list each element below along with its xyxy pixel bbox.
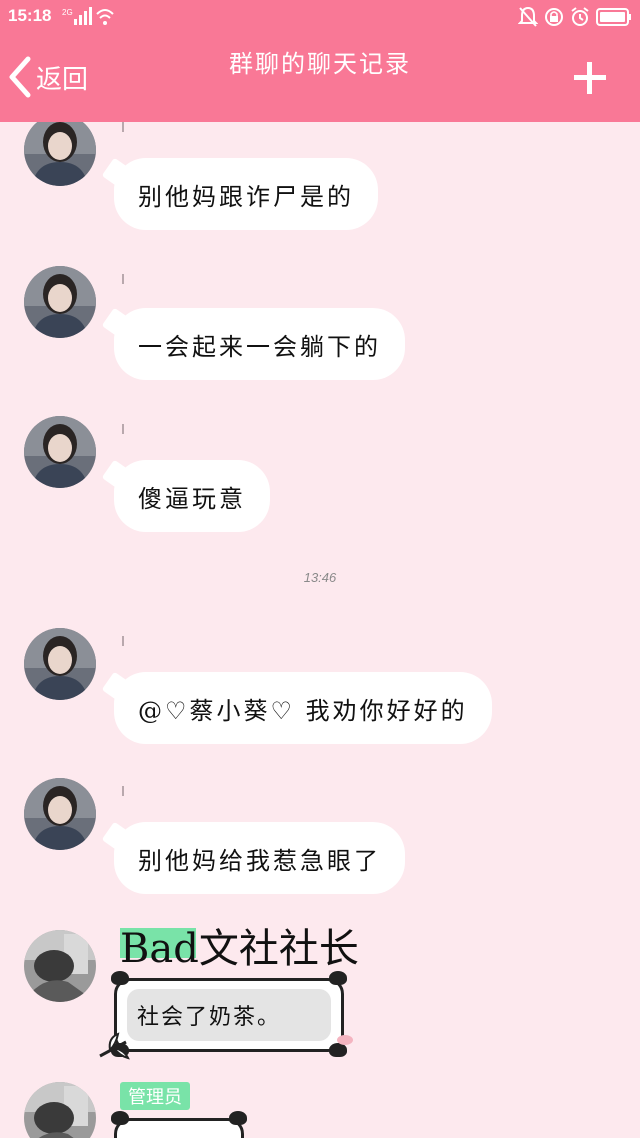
blush-icon bbox=[337, 1035, 353, 1045]
message-bubble[interactable]: @♡蔡小葵♡ 我劝你好好的 bbox=[114, 672, 492, 744]
panda-ear bbox=[329, 971, 347, 985]
status-time: 15:18 bbox=[8, 6, 52, 25]
timestamp: 13:46 bbox=[303, 570, 337, 585]
avatar-photo bbox=[24, 416, 96, 488]
status-icons bbox=[518, 5, 632, 29]
message-text: 别他妈给我惹急眼了 bbox=[138, 846, 381, 875]
avatar[interactable] bbox=[24, 778, 96, 850]
network-type-label: 2G bbox=[62, 8, 73, 17]
avatar-photo bbox=[24, 778, 96, 850]
lock-rotation-icon bbox=[545, 8, 563, 26]
title-tag-text: Bad文社社长 bbox=[120, 926, 359, 972]
avatar-photo bbox=[24, 266, 96, 338]
chat-history[interactable]: 别他妈跟诈尸是的 一会起来一会躺下的 傻逼玩意 13:46 @♡蔡小葵♡ 我劝你… bbox=[0, 122, 640, 1138]
title-bar: 返回 群聊的聊天记录 bbox=[0, 34, 640, 122]
avatar-photo bbox=[24, 930, 96, 1002]
avatar[interactable] bbox=[24, 266, 96, 338]
message-text: 别他妈跟诈尸是的 bbox=[138, 182, 354, 211]
message-bubble[interactable]: 别他妈跟诈尸是的 bbox=[114, 158, 378, 230]
avatar[interactable] bbox=[24, 122, 96, 186]
battery-icon bbox=[596, 8, 631, 26]
avatar-photo bbox=[24, 122, 96, 186]
message-bubble[interactable] bbox=[111, 1111, 247, 1138]
message-bubble[interactable]: 一会起来一会躺下的 bbox=[114, 308, 405, 380]
bamboo-icon bbox=[99, 1032, 130, 1060]
plus-icon[interactable] bbox=[570, 58, 610, 98]
message-bubble[interactable]: 别他妈给我惹急眼了 bbox=[114, 822, 405, 894]
member-title-tag: Bad文社社长 bbox=[120, 922, 359, 972]
message-bubble[interactable]: 社会了奶茶。 bbox=[111, 971, 347, 1057]
avatar[interactable] bbox=[24, 1082, 96, 1138]
alarm-icon bbox=[571, 7, 589, 26]
sender-name bbox=[122, 274, 124, 284]
sender-name bbox=[122, 786, 124, 796]
panda-ear bbox=[111, 1111, 129, 1125]
mute-icon bbox=[518, 6, 538, 27]
panda-ear bbox=[229, 1111, 247, 1125]
panda-ear bbox=[111, 971, 129, 985]
message-text: 傻逼玩意 bbox=[138, 484, 246, 513]
message-text: 社会了奶茶。 bbox=[127, 989, 331, 1041]
message-text: @♡蔡小葵♡ 我劝你好好的 bbox=[138, 696, 468, 725]
message-text: 一会起来一会躺下的 bbox=[138, 332, 381, 361]
admin-badge: 管理员 bbox=[120, 1082, 190, 1110]
status-bar: 15:18 2G bbox=[0, 0, 640, 34]
avatar[interactable] bbox=[24, 930, 96, 1002]
sender-name bbox=[122, 122, 124, 132]
avatar[interactable] bbox=[24, 628, 96, 700]
avatar-photo bbox=[24, 1082, 96, 1138]
avatar[interactable] bbox=[24, 416, 96, 488]
sender-name bbox=[122, 424, 124, 434]
message-bubble[interactable]: 傻逼玩意 bbox=[114, 460, 270, 532]
avatar-photo bbox=[24, 628, 96, 700]
cellular-signal-icon: 2G bbox=[62, 7, 114, 25]
sender-name bbox=[122, 636, 124, 646]
page-title: 群聊的聊天记录 bbox=[229, 50, 411, 78]
